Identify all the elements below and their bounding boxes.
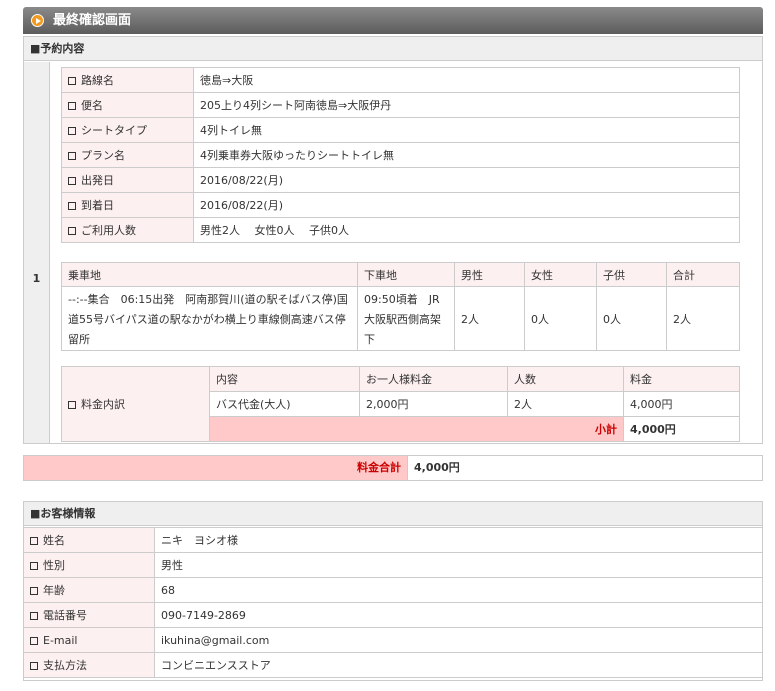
- customer-value: 090-7149-2869: [154, 602, 763, 628]
- header-female: 女性: [524, 262, 597, 287]
- info-row: 到着日 2016/08/22(月): [61, 192, 740, 218]
- checkbox-icon: [68, 152, 76, 160]
- customer-value: ikuhina@gmail.com: [154, 627, 763, 653]
- stops-header-row: 乗車地 下車地 男性 女性 子供 合計: [61, 262, 740, 287]
- checkbox-icon: [30, 612, 38, 620]
- customer-row: 性別 男性: [23, 552, 763, 578]
- customer-label: 性別: [43, 559, 65, 572]
- customer-row: 支払方法 コンビニエンスストア: [23, 652, 763, 678]
- fee-people: 2人: [507, 391, 624, 417]
- checkbox-icon: [68, 77, 76, 85]
- info-value: 4列トイレ無: [193, 117, 740, 143]
- info-value: 2016/08/22(月): [193, 192, 740, 218]
- reservation-section: ■予約内容 1 路線名 徳島⇒大阪 便名 205上り4列シート阿南徳島⇒大阪伊丹 シ…: [23, 36, 763, 444]
- fee-header-people: 人数: [507, 366, 624, 392]
- customer-label: E-mail: [43, 633, 78, 647]
- checkbox-icon: [30, 562, 38, 570]
- customer-value: 68: [154, 577, 763, 603]
- fee-table: 料金内訳 内容 お一人様料金 人数 料金 バス代金(大人) 2,000円 2人 …: [61, 366, 740, 442]
- info-row: プラン名 4列乗車券大阪ゆったりシートトイレ無: [61, 142, 740, 168]
- customer-label: 年齢: [43, 584, 65, 597]
- checkbox-icon: [68, 401, 76, 409]
- header-boarding: 乗車地: [61, 262, 358, 287]
- alighting-place: 09:50頃着 JR大阪駅西側高架下: [357, 286, 455, 351]
- fee-header-unit-price: お一人様料金: [359, 366, 508, 392]
- checkbox-icon: [68, 102, 76, 110]
- info-label: 路線名: [81, 74, 114, 87]
- checkbox-icon: [30, 537, 38, 545]
- total-box: 料金合計 4,000円: [23, 455, 763, 481]
- customer-label: 支払方法: [43, 659, 87, 672]
- customer-header: ■お客様情報: [24, 502, 762, 526]
- stops-row: --:--集合 06:15出発 阿南那賀川(道の駅そばバス停)国道55号バイパス…: [61, 286, 740, 351]
- customer-label: 電話番号: [43, 609, 87, 622]
- info-row: 便名 205上り4列シート阿南徳島⇒大阪伊丹: [61, 92, 740, 118]
- fee-amount: 4,000円: [623, 391, 740, 417]
- reservation-header: ■予約内容: [24, 37, 762, 61]
- info-row: 出発日 2016/08/22(月): [61, 167, 740, 193]
- reservation-row-number: 1: [24, 62, 50, 443]
- checkbox-icon: [68, 202, 76, 210]
- info-label: プラン名: [81, 149, 125, 162]
- info-value: 205上り4列シート阿南徳島⇒大阪伊丹: [193, 92, 740, 118]
- subtotal-label: 小計: [209, 416, 624, 442]
- info-label: 到着日: [81, 199, 114, 212]
- customer-row: 電話番号 090-7149-2869: [23, 602, 763, 628]
- info-value: 徳島⇒大阪: [193, 67, 740, 93]
- info-label: 便名: [81, 99, 103, 112]
- customer-value: コンビニエンスストア: [154, 652, 763, 678]
- fee-label: 料金内訳: [81, 398, 125, 411]
- customer-label: 姓名: [43, 534, 65, 547]
- total-count: 2人: [666, 286, 740, 351]
- checkbox-icon: [30, 636, 38, 645]
- boarding-place: --:--集合 06:15出発 阿南那賀川(道の駅そばバス停)国道55号バイパス…: [61, 286, 358, 351]
- customer-row: 姓名 ニキ ヨシオ様: [23, 527, 763, 553]
- stops-table: 乗車地 下車地 男性 女性 子供 合計 --:--集合 06:15出発 阿南那賀…: [61, 262, 740, 351]
- fee-header-content: 内容: [209, 366, 360, 392]
- info-label: シートタイプ: [81, 124, 147, 137]
- info-value: 4列乗車券大阪ゆったりシートトイレ無: [193, 142, 740, 168]
- info-row: シートタイプ 4列トイレ無: [61, 117, 740, 143]
- fee-unit-price: 2,000円: [359, 391, 508, 417]
- customer-value: 男性: [154, 552, 763, 578]
- header-alighting: 下車地: [357, 262, 455, 287]
- customer-table: 姓名 ニキ ヨシオ様 性別 男性 年齢 68 電話番号 090-7149-2869 E-…: [23, 527, 763, 678]
- header-male: 男性: [454, 262, 525, 287]
- checkbox-icon: [68, 177, 76, 185]
- fee-header-amount: 料金: [623, 366, 740, 392]
- info-value: 男性2人 女性0人 子供0人: [193, 217, 740, 243]
- fee-header-row: 料金内訳 内容 お一人様料金 人数 料金: [61, 366, 740, 442]
- customer-row: E-mail ikuhina@gmail.com: [23, 627, 763, 653]
- checkbox-icon: [68, 127, 76, 135]
- total-value: 4,000円: [414, 461, 460, 474]
- page-title: 最終確認画面: [53, 13, 132, 28]
- info-row: ご利用人数 男性2人 女性0人 子供0人: [61, 217, 740, 243]
- subtotal-value: 4,000円: [623, 416, 740, 442]
- arrow-right-icon: [31, 14, 44, 27]
- checkbox-icon: [30, 662, 38, 670]
- total-label: 料金合計: [24, 456, 408, 480]
- male-count: 2人: [454, 286, 525, 351]
- reservation-info-table: 路線名 徳島⇒大阪 便名 205上り4列シート阿南徳島⇒大阪伊丹 シートタイプ 4列ト…: [61, 67, 740, 243]
- customer-section: ■お客様情報 姓名 ニキ ヨシオ様 性別 男性 年齢 68 電話番号 090-7149-…: [23, 501, 763, 681]
- header-child: 子供: [596, 262, 667, 287]
- info-value: 2016/08/22(月): [193, 167, 740, 193]
- child-count: 0人: [596, 286, 667, 351]
- checkbox-icon: [30, 587, 38, 595]
- info-label: ご利用人数: [81, 224, 136, 237]
- page-title-bar: 最終確認画面: [23, 7, 763, 34]
- fee-content: バス代金(大人): [209, 391, 360, 417]
- info-row: 路線名 徳島⇒大阪: [61, 67, 740, 93]
- header-total: 合計: [666, 262, 740, 287]
- customer-value: ニキ ヨシオ様: [154, 527, 763, 553]
- female-count: 0人: [524, 286, 597, 351]
- customer-row: 年齢 68: [23, 577, 763, 603]
- checkbox-icon: [68, 227, 76, 235]
- info-label: 出発日: [81, 174, 114, 187]
